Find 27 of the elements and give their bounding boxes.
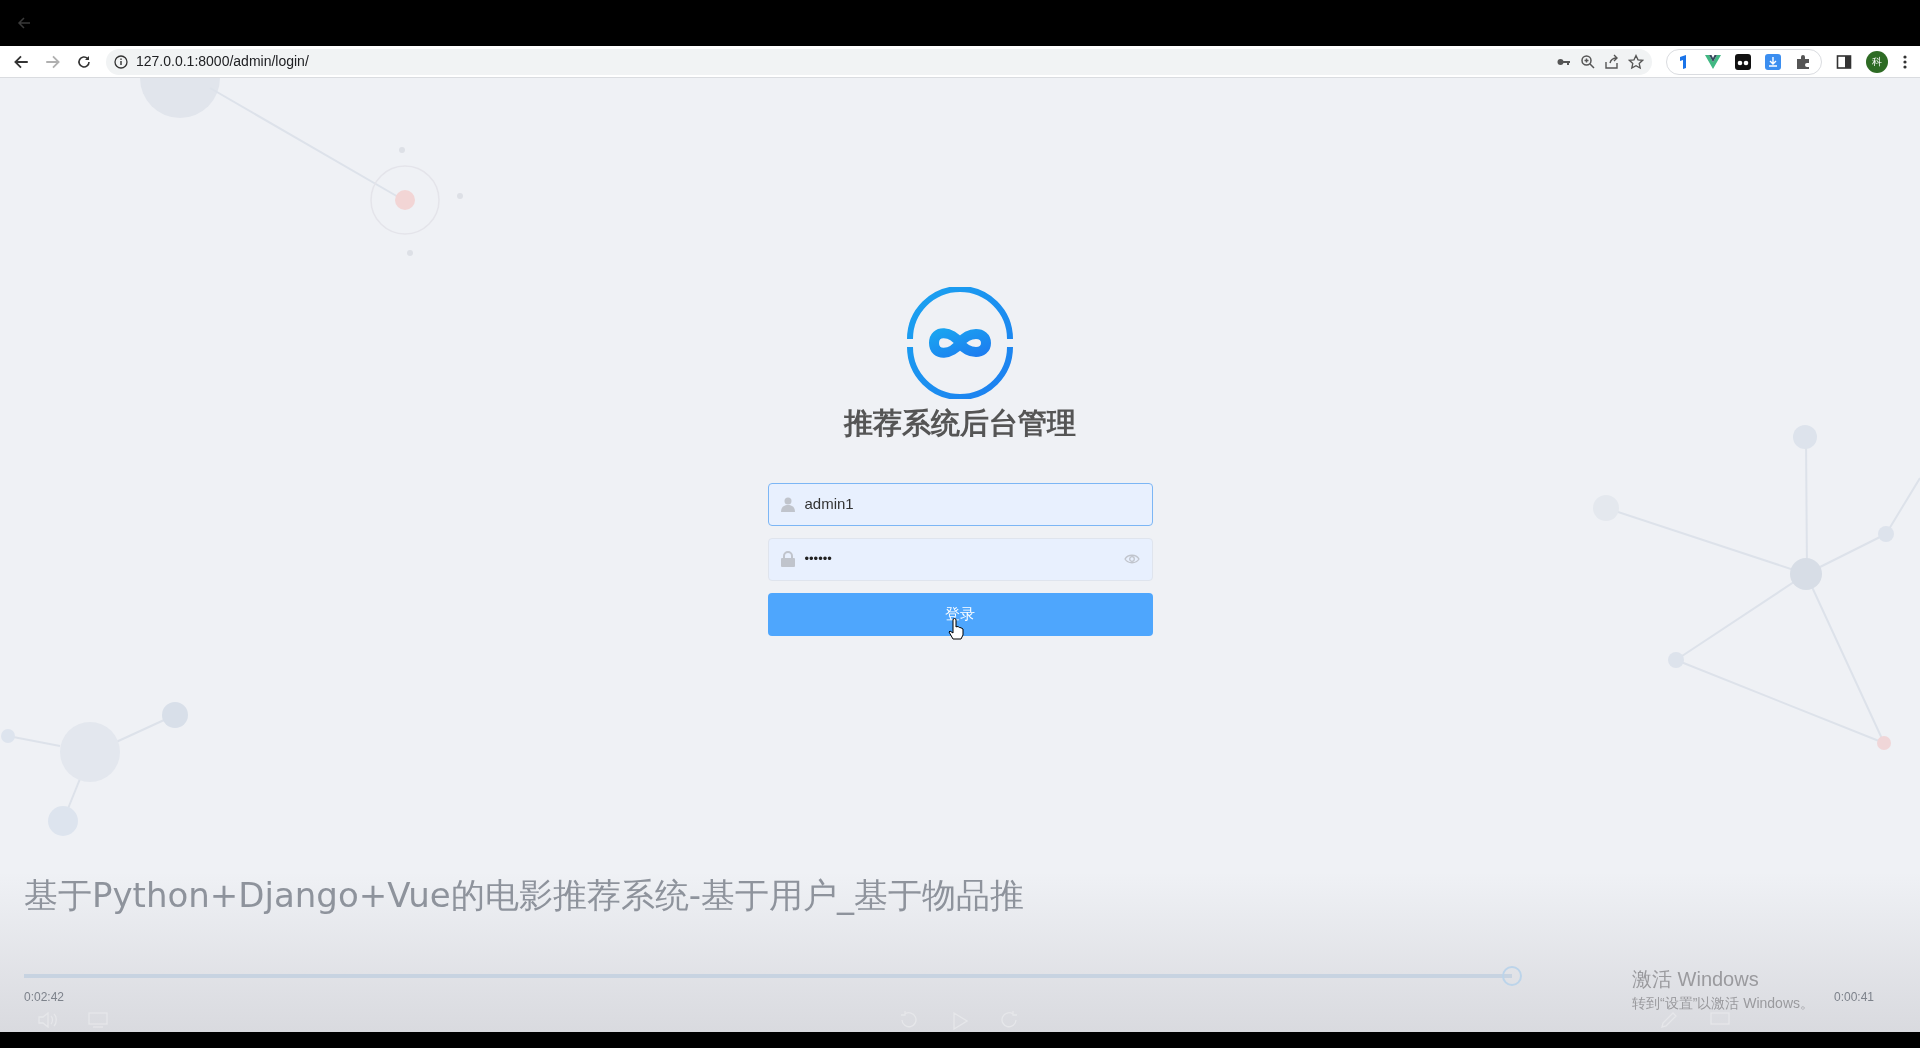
login-title: 推荐系统后台管理 (844, 405, 1076, 442)
info-icon[interactable] (114, 54, 128, 69)
activation-hint: 转到“设置”以激活 Windows。 (1632, 994, 1814, 1013)
v-logo-icon[interactable] (1705, 54, 1721, 69)
address-bar[interactable]: 127.0.0.1:8000/admin/login/ (106, 48, 1652, 75)
puzzle-icon[interactable] (1795, 53, 1811, 70)
zoom-icon[interactable] (1580, 53, 1596, 70)
reload-icon[interactable] (76, 53, 92, 70)
password-field[interactable]: •••••• (767, 537, 1153, 581)
username-value: admin1 (804, 493, 854, 514)
url-text: 127.0.0.1:8000/admin/login/ (136, 52, 309, 71)
remaining-time: 0:00:41 (1834, 989, 1875, 1006)
share-icon[interactable] (1604, 53, 1620, 70)
elapsed-time: 0:02:42 (24, 989, 65, 1006)
menu-icon[interactable] (1902, 53, 1908, 70)
progress-thumb[interactable] (1502, 966, 1522, 986)
user-icon (780, 496, 795, 512)
extension-icon[interactable] (1735, 53, 1751, 70)
download-box-icon[interactable] (1765, 53, 1781, 70)
video-title: 基于Python+Django+Vue的电影推荐系统-基于用户_基于物品推 (24, 874, 1024, 917)
lock-icon (780, 551, 795, 567)
username-field[interactable]: admin1 (767, 482, 1153, 526)
sidebar-icon[interactable] (1836, 53, 1852, 70)
profile-avatar[interactable]: 科 (1866, 50, 1888, 73)
activation-title: 激活 Windows (1632, 967, 1759, 992)
star-icon[interactable] (1628, 53, 1644, 70)
password-value: •••••• (804, 550, 833, 569)
